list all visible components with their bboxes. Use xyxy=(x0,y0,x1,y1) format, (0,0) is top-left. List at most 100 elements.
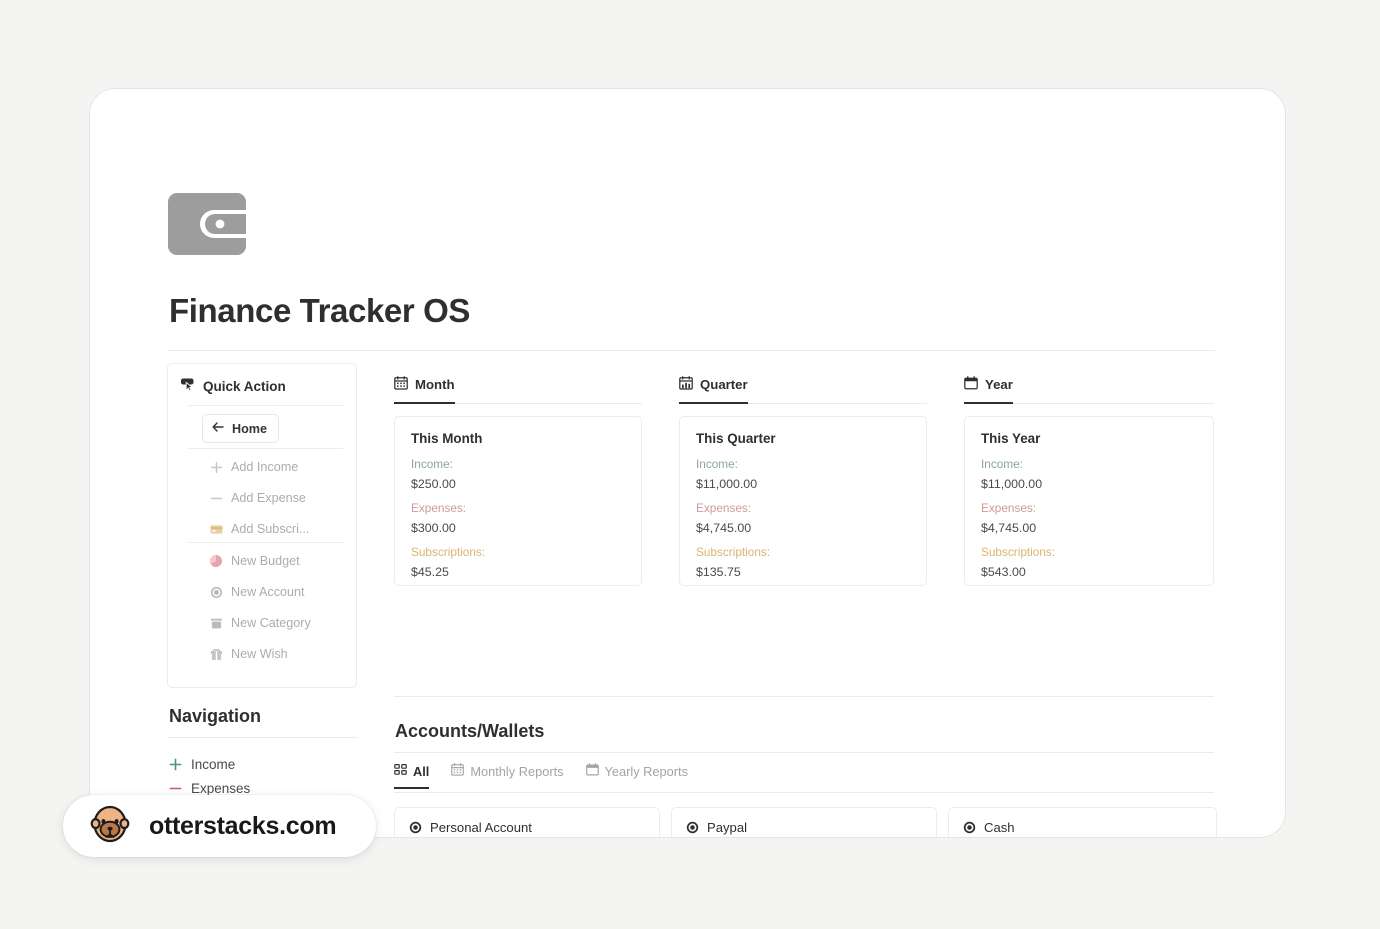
quick-action-panel: Quick Action Home Add Income Add Expense… xyxy=(167,363,357,688)
account-card-header: Personal Account xyxy=(409,820,644,835)
expenses-value: $4,745.00 xyxy=(696,521,752,535)
stat-card-quarter: This Quarter Income: $11,000.00 Expenses… xyxy=(679,416,927,586)
quick-action-new-wish[interactable]: New Wish xyxy=(209,647,288,661)
account-name: Cash xyxy=(984,820,1015,835)
stat-card-title: This Quarter xyxy=(696,431,776,446)
account-card-personal-account[interactable]: Personal Account Current Balance: $5,070… xyxy=(394,807,660,837)
quick-action-add-subscription[interactable]: Add Subscri... xyxy=(209,522,309,536)
account-name: Paypal xyxy=(707,820,748,835)
quick-action-label: Add Income xyxy=(231,460,299,474)
nav-item-label: Expenses xyxy=(191,781,251,796)
tab-label: Yearly Reports xyxy=(604,763,688,779)
watermark-badge: otterstacks.com xyxy=(63,795,376,857)
account-card-header: Cash xyxy=(963,820,1201,835)
accounts-section-title: Accounts/Wallets xyxy=(395,721,545,741)
quick-action-divider-3 xyxy=(188,542,343,543)
quick-action-label: New Category xyxy=(231,616,311,630)
tab-label: Month xyxy=(415,377,455,392)
quick-action-add-income[interactable]: Add Income xyxy=(209,460,298,474)
quick-action-new-account[interactable]: New Account xyxy=(209,585,305,599)
tab-yearly-reports[interactable]: Yearly Reports xyxy=(585,763,688,789)
tab-all[interactable]: All xyxy=(394,763,430,789)
gift-icon xyxy=(209,647,223,661)
tab-month[interactable]: Month xyxy=(394,376,455,404)
page-title: Finance Tracker OS xyxy=(169,292,470,329)
subscriptions-label: Subscriptions: xyxy=(981,545,1056,559)
income-label: Income: xyxy=(696,457,738,471)
page-card: Finance Tracker OS Quick Action Home Add… xyxy=(89,88,1286,838)
income-value: $250.00 xyxy=(411,477,456,491)
quick-action-label: New Wish xyxy=(231,647,288,661)
tab-monthly-reports[interactable]: Monthly Reports xyxy=(451,763,564,789)
wallet-icon xyxy=(168,193,250,255)
grid-icon xyxy=(394,763,407,779)
expenses-label: Expenses: xyxy=(696,501,752,515)
tab-label: All xyxy=(413,763,430,779)
account-name: Personal Account xyxy=(430,820,532,835)
pie-chart-icon xyxy=(209,554,223,568)
account-card-cash[interactable]: Cash Current Balance: $450.00 xyxy=(948,807,1217,837)
disc-icon xyxy=(409,821,422,834)
subscriptions-label: Subscriptions: xyxy=(696,545,771,559)
income-label: Income: xyxy=(411,457,453,471)
quick-action-new-budget[interactable]: New Budget xyxy=(209,554,300,568)
expenses-value: $4,745.00 xyxy=(981,521,1037,535)
screen-root: Finance Tracker OS Quick Action Home Add… xyxy=(0,0,1380,929)
subscriptions-value: $135.75 xyxy=(696,565,741,579)
home-button[interactable]: Home xyxy=(202,414,279,443)
calendar-year-icon xyxy=(964,376,978,393)
nav-item-income[interactable]: Income xyxy=(169,757,235,772)
calendar-month-icon xyxy=(394,376,408,393)
minus-icon xyxy=(169,782,182,795)
disc-icon xyxy=(686,821,699,834)
quick-action-divider-2 xyxy=(188,448,343,449)
accounts-divider-top xyxy=(394,696,1214,697)
header-divider xyxy=(168,350,1215,351)
calendar-month-icon xyxy=(451,763,465,779)
quick-action-header: Quick Action xyxy=(180,376,286,397)
nav-item-expenses[interactable]: Expenses xyxy=(169,781,250,796)
home-button-label: Home xyxy=(232,421,267,436)
archive-box-icon xyxy=(209,616,223,630)
tab-label: Quarter xyxy=(700,377,748,392)
quick-action-label: New Account xyxy=(231,585,305,599)
nav-item-label: Income xyxy=(191,757,236,772)
income-value: $11,000.00 xyxy=(696,477,758,491)
tab-label: Year xyxy=(985,377,1013,392)
expenses-value: $300.00 xyxy=(411,521,456,535)
page-content: Finance Tracker OS Quick Action Home Add… xyxy=(90,89,1285,837)
credit-card-icon xyxy=(209,522,223,536)
subscriptions-value: $543.00 xyxy=(981,565,1026,579)
expenses-label: Expenses: xyxy=(981,501,1037,515)
tab-quarter[interactable]: Quarter xyxy=(679,376,748,404)
quick-action-divider-1 xyxy=(188,405,343,406)
quick-action-label: Add Expense xyxy=(231,491,306,505)
otter-logo-icon xyxy=(87,801,133,852)
quick-action-new-category[interactable]: New Category xyxy=(209,616,311,630)
cursor-click-icon xyxy=(180,376,196,397)
stat-card-title: This Month xyxy=(411,431,483,446)
account-card-header: Paypal xyxy=(686,820,921,835)
plus-icon xyxy=(209,460,223,474)
disc-icon xyxy=(963,821,976,834)
disc-icon xyxy=(209,585,223,599)
quick-action-label: New Budget xyxy=(231,554,300,568)
quick-action-label: Add Subscri... xyxy=(231,522,310,536)
navigation-divider xyxy=(168,737,357,738)
minus-icon xyxy=(209,491,223,505)
quick-action-title: Quick Action xyxy=(203,379,286,394)
quick-action-add-expense[interactable]: Add Expense xyxy=(209,491,306,505)
tab-year[interactable]: Year xyxy=(964,376,1013,404)
calendar-year-icon xyxy=(585,763,599,779)
accounts-tabs-rule xyxy=(394,792,1214,793)
subscriptions-value: $45.25 xyxy=(411,565,449,579)
account-card-paypal[interactable]: Paypal Current Balance: $300.00 xyxy=(671,807,937,837)
navigation-title: Navigation xyxy=(169,706,262,726)
income-label: Income: xyxy=(981,457,1023,471)
accounts-tabs: All Monthly Reports Yearly Reports xyxy=(394,763,688,789)
stat-card-month: This Month Income: $250.00 Expenses: $30… xyxy=(394,416,642,586)
period-column-month: Month This Month Income: $250.00 Expense… xyxy=(394,376,642,586)
watermark-text: otterstacks.com xyxy=(149,811,337,840)
period-column-quarter: Quarter This Quarter Income: $11,000.00 … xyxy=(679,376,927,586)
arrow-left-icon xyxy=(211,420,225,437)
